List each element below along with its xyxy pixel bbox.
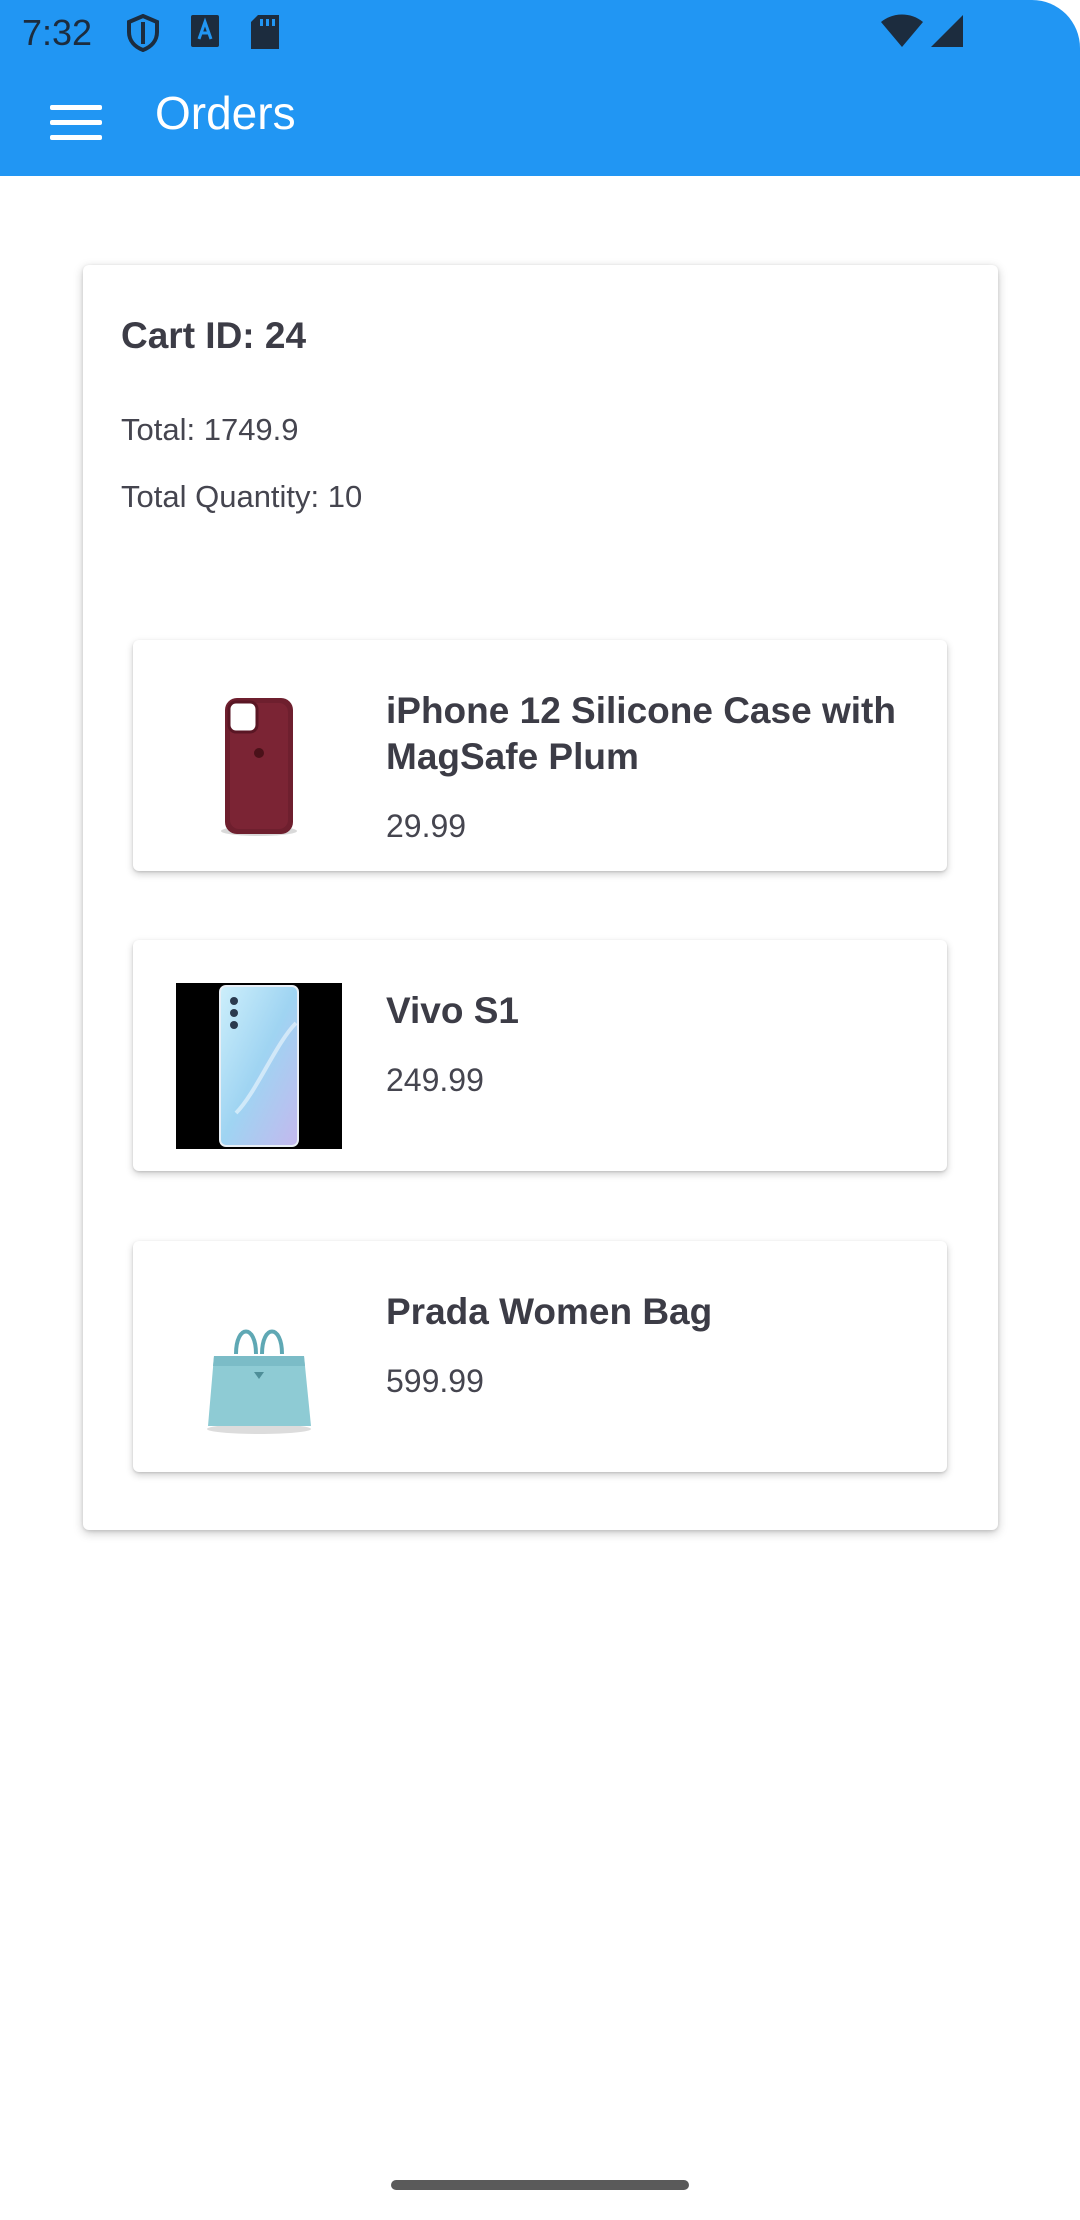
cart-id: Cart ID: 24 (121, 315, 307, 356)
signal-icon (931, 15, 963, 47)
shield-icon (127, 14, 159, 52)
cart-quantity: Total Quantity: 10 (121, 479, 363, 514)
hamburger-menu-button[interactable] (40, 94, 116, 150)
product-name: Prada Women Bag (386, 1291, 713, 1332)
product-name: iPhone 12 Silicone Case with MagSafe Plu… (386, 690, 896, 777)
phone-case-image (221, 698, 297, 836)
page-title: Orders (155, 87, 296, 139)
cart-total: Total: 1749.9 (121, 412, 299, 447)
hamburger-menu-icon (50, 104, 102, 110)
sd-card-icon (251, 15, 279, 49)
product-price: 599.99 (386, 1363, 484, 1399)
product-card[interactable]: Vivo S1 249.99 (133, 940, 947, 1171)
wifi-icon (881, 14, 923, 47)
home-indicator[interactable] (391, 2180, 689, 2190)
status-bar: 7:32 (0, 0, 1080, 66)
product-price: 249.99 (386, 1062, 484, 1098)
status-time: 7:32 (22, 12, 93, 53)
product-name: Vivo S1 (386, 990, 520, 1031)
font-a-icon (191, 15, 219, 47)
cart-card: Cart ID: 24 Total: 1749.9 Total Quantity… (83, 265, 998, 1530)
smartphone-image (176, 983, 342, 1149)
product-card[interactable]: iPhone 12 Silicone Case with MagSafe Plu… (133, 640, 947, 871)
product-card[interactable]: Prada Women Bag 599.99 (133, 1241, 947, 1472)
product-price: 29.99 (386, 808, 467, 844)
app-bar: Orders (0, 66, 1080, 176)
top-bar: 7:32 Orders (0, 0, 1080, 176)
handbag-image (207, 1329, 311, 1434)
